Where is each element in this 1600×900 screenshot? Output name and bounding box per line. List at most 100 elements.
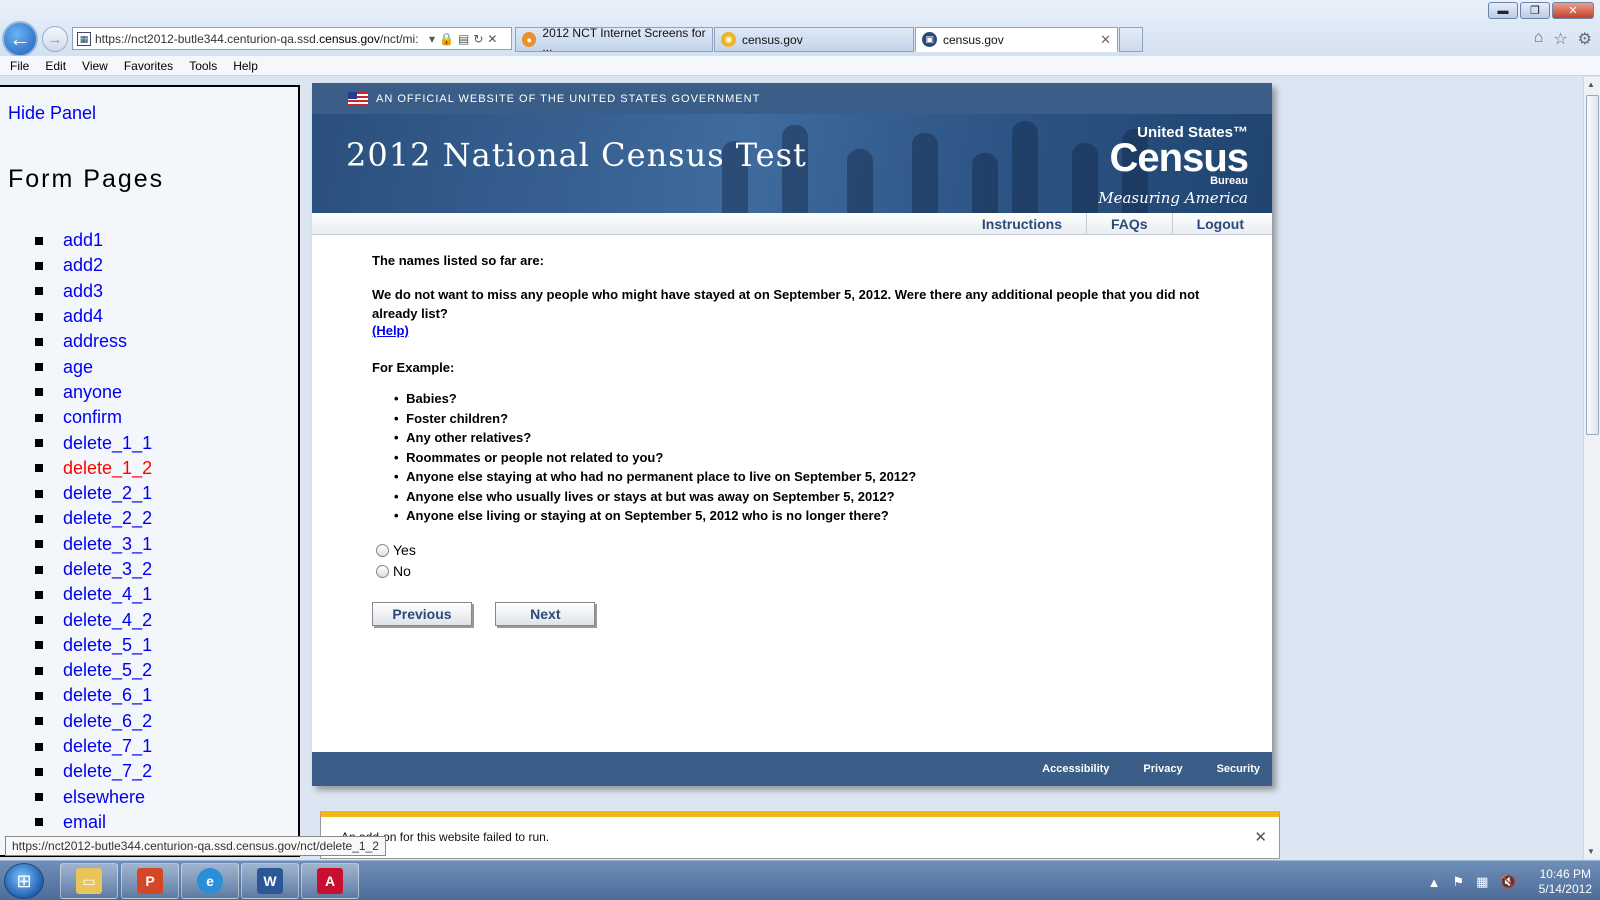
clock-date: 5/14/2012 (1538, 882, 1592, 896)
menu-favorites[interactable]: Favorites (124, 59, 173, 73)
yes-radio[interactable] (376, 543, 389, 557)
footer-security[interactable]: Security (1217, 763, 1260, 775)
scroll-down-icon[interactable]: ▼ (1587, 847, 1595, 856)
acrobat-icon: A (317, 868, 343, 894)
volume-muted-icon[interactable]: 🔇 (1500, 874, 1516, 890)
back-button[interactable]: ← (2, 21, 38, 57)
form-page-link[interactable]: delete_4_1 (35, 582, 152, 607)
form-page-link[interactable]: email (35, 810, 152, 835)
form-page-link[interactable]: confirm (35, 405, 152, 430)
next-button[interactable]: Next (495, 601, 596, 626)
nav-instructions[interactable]: Instructions (958, 213, 1086, 234)
taskbar-acrobat[interactable]: A (301, 863, 359, 899)
form-page-link[interactable]: delete_6_1 (35, 683, 152, 708)
form-page-link[interactable]: delete_2_1 (35, 481, 152, 506)
gear-icon[interactable]: ⚙ (1578, 29, 1592, 49)
hide-panel-link[interactable]: Hide Panel (8, 103, 96, 124)
form-page-link[interactable]: delete_3_2 (35, 557, 152, 582)
new-tab-button[interactable] (1119, 27, 1143, 52)
form-page-link[interactable]: delete_1_1 (35, 430, 152, 455)
form-page-link[interactable]: delete_3_1 (35, 532, 152, 557)
form-page-label: add1 (63, 230, 104, 251)
forward-button[interactable]: → (42, 26, 68, 52)
menu-edit[interactable]: Edit (45, 59, 66, 73)
option-yes[interactable]: Yes (372, 540, 1242, 561)
square-bullet-icon (35, 540, 43, 549)
home-icon[interactable]: ⌂ (1534, 29, 1544, 49)
network-icon[interactable]: ▦ (1476, 874, 1488, 890)
menu-view[interactable]: View (82, 59, 108, 73)
option-no[interactable]: No (372, 561, 1242, 582)
no-radio[interactable] (376, 564, 389, 578)
start-button[interactable]: ⊞ (4, 863, 44, 899)
square-bullet-icon (35, 793, 43, 802)
address-url[interactable]: https://nct2012-butle344.centurion-qa.ss… (95, 32, 425, 46)
scroll-thumb[interactable] (1586, 95, 1599, 435)
form-pages-title: Form Pages (8, 165, 165, 193)
form-page-link[interactable]: delete_4_2 (35, 607, 152, 632)
square-bullet-icon (35, 489, 43, 498)
form-page-link[interactable]: anyone (35, 380, 152, 405)
tab-nct-screens[interactable]: ● 2012 NCT Internet Screens for ... (515, 26, 713, 54)
clock[interactable]: 10:46 PM 5/14/2012 (1539, 867, 1592, 897)
lock-icon[interactable]: 🔒 (439, 32, 454, 46)
form-page-link[interactable]: delete_6_2 (35, 709, 152, 734)
form-page-link[interactable]: delete_1_2 (35, 456, 152, 481)
form-page-link[interactable]: add4 (35, 304, 152, 329)
compat-view-icon[interactable]: ▤ (458, 32, 469, 46)
footer-privacy[interactable]: Privacy (1143, 763, 1182, 775)
square-bullet-icon (35, 641, 43, 650)
stop-icon[interactable]: ✕ (487, 32, 497, 46)
form-page-link[interactable]: delete_7_1 (35, 734, 152, 759)
refresh-icon[interactable]: ↻ (473, 32, 483, 46)
form-page-link[interactable]: add2 (35, 253, 152, 278)
vertical-scrollbar[interactable]: ▲ ▼ (1583, 77, 1600, 859)
form-page-link[interactable]: age (35, 354, 152, 379)
menu-tools[interactable]: Tools (189, 59, 217, 73)
restore-icon[interactable]: ❐ (1520, 2, 1550, 19)
form-page-link[interactable]: address (35, 329, 152, 354)
tab-census-2[interactable]: ▣ census.gov ✕ (915, 27, 1118, 52)
scroll-up-icon[interactable]: ▲ (1587, 80, 1595, 89)
show-hidden-icons-icon[interactable]: ▲ (1428, 875, 1441, 890)
taskbar-powerpoint[interactable]: P (121, 863, 179, 899)
back-arrow-icon: ← (9, 26, 31, 51)
menu-file[interactable]: File (10, 59, 29, 73)
form-page-link[interactable]: delete_7_2 (35, 759, 152, 784)
form-page-link[interactable]: elsewhere (35, 785, 152, 810)
close-window-icon[interactable]: ✕ (1552, 2, 1594, 19)
taskbar: ⊞ ▭ P e W A ▲ ⚑ ▦ 🔇 10:46 PM 5/14/2012 (0, 860, 1600, 900)
windows-logo-icon: ⊞ (16, 870, 32, 891)
taskbar-ie[interactable]: e (181, 863, 239, 899)
form-page-link[interactable]: delete_2_2 (35, 506, 152, 531)
taskbar-explorer[interactable]: ▭ (60, 863, 118, 899)
menu-help[interactable]: Help (233, 59, 258, 73)
census-logo: United States™ Census Bureau Measuring A… (1098, 124, 1249, 207)
form-page-label: add4 (63, 306, 104, 327)
taskbar-word[interactable]: W (241, 863, 299, 899)
nav-logout[interactable]: Logout (1171, 213, 1268, 234)
square-bullet-icon (35, 717, 43, 726)
form-page-label: delete_1_1 (63, 432, 153, 453)
form-page-link[interactable]: delete_5_2 (35, 658, 152, 683)
form-pages-list: add1 add2 add3 add4 address age anyone confirm d… (35, 228, 152, 835)
square-bullet-icon (35, 388, 43, 397)
form-page-label: delete_5_1 (63, 634, 153, 655)
form-page-link[interactable]: delete_5_1 (35, 633, 152, 658)
favorites-star-icon[interactable]: ☆ (1553, 29, 1567, 49)
address-bar[interactable]: ▦ https://nct2012-butle344.centurion-qa.… (72, 27, 512, 50)
help-link[interactable]: (Help) (372, 323, 409, 338)
dropdown-icon[interactable]: ▾ (429, 32, 435, 46)
footer-accessibility[interactable]: Accessibility (1042, 763, 1109, 775)
form-page-link[interactable]: add1 (35, 228, 152, 253)
action-center-flag-icon[interactable]: ⚑ (1452, 874, 1464, 890)
notification-close-icon[interactable]: ✕ (1254, 828, 1267, 846)
previous-button[interactable]: Previous (372, 601, 472, 626)
tab-census-1[interactable]: ◉ census.gov (714, 27, 914, 52)
system-tray: ▲ ⚑ ▦ 🔇 10:46 PM 5/14/2012 (1428, 867, 1592, 897)
form-page-link[interactable]: add3 (35, 279, 152, 304)
nav-faqs[interactable]: FAQs (1086, 213, 1172, 234)
no-label: No (393, 563, 411, 579)
minimize-icon[interactable]: ▬ (1488, 2, 1518, 19)
tab-close-icon[interactable]: ✕ (1100, 32, 1111, 48)
